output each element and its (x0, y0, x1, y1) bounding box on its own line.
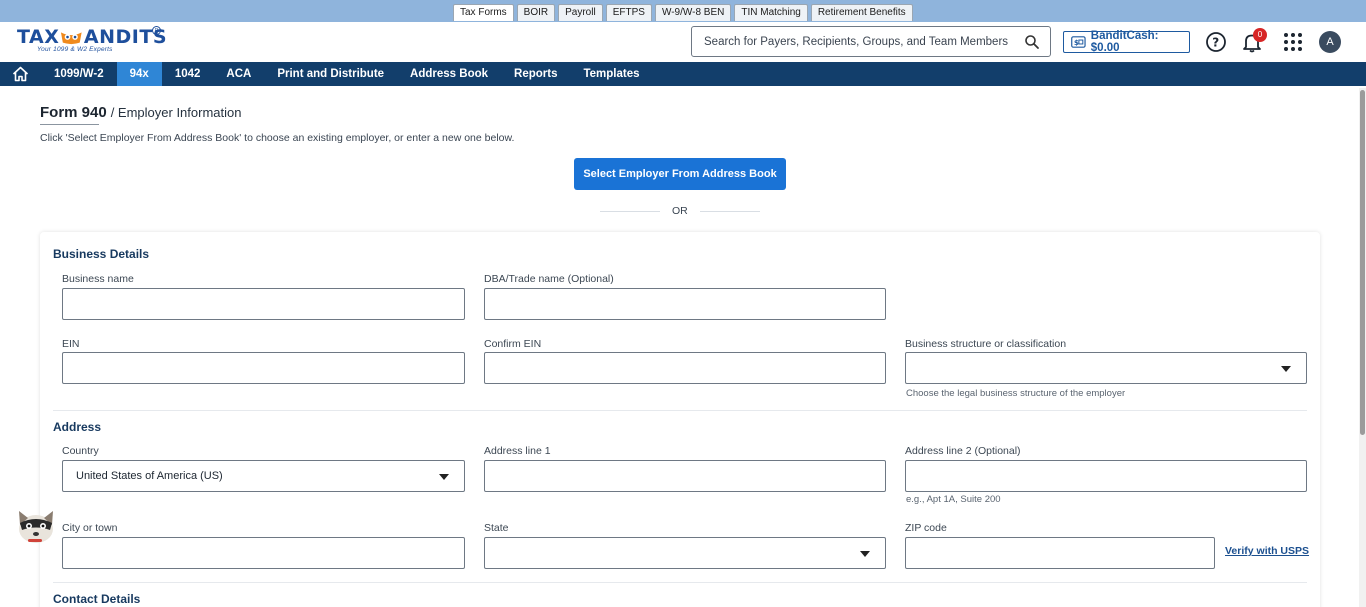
zip-input[interactable] (906, 538, 1214, 568)
address-line2-help: e.g., Apt 1A, Suite 200 (906, 494, 1001, 505)
ein-field[interactable] (62, 352, 465, 384)
logo-wordmark: TAX ANDITS (17, 26, 167, 48)
nav-item-1099-w2[interactable]: 1099/W-2 (41, 62, 117, 86)
city-field[interactable] (62, 537, 465, 569)
ein-label: EIN (62, 338, 80, 350)
dba-input[interactable] (485, 289, 885, 319)
apps-grid-icon[interactable] (1282, 31, 1304, 53)
global-search[interactable] (691, 26, 1051, 57)
owl-mask-icon (61, 31, 82, 44)
address-line1-label: Address line 1 (484, 445, 551, 457)
chevron-down-icon (860, 551, 870, 557)
city-input[interactable] (63, 538, 464, 568)
divider (600, 211, 660, 212)
select-employer-button[interactable]: Select Employer From Address Book (574, 158, 786, 190)
zip-field[interactable] (905, 537, 1215, 569)
taxbandits-logo[interactable]: TAX ANDITS Your 1099 & W2 Experts R (17, 26, 167, 58)
business-structure-help: Choose the legal business structure of t… (906, 388, 1126, 399)
chevron-down-icon (439, 474, 449, 480)
page-scrollbar[interactable] (1359, 88, 1366, 607)
scrollbar-thumb[interactable] (1360, 90, 1365, 435)
product-tab-eftps[interactable]: EFTPS (605, 4, 652, 21)
section-divider (53, 582, 1307, 583)
product-tab-boir[interactable]: BOIR (516, 4, 556, 21)
dba-field[interactable] (484, 288, 886, 320)
confirm-ein-label: Confirm EIN (484, 338, 542, 350)
app-header: TAX ANDITS Your 1099 & W2 Experts R $ Ba… (0, 22, 1366, 62)
product-tab-tin-matching[interactable]: TIN Matching (734, 4, 808, 21)
business-name-label: Business name (62, 273, 134, 285)
product-tab-payroll[interactable]: Payroll (558, 4, 603, 21)
search-input[interactable] (704, 27, 1014, 56)
product-tab-w9-w8ben[interactable]: W-9/W-8 BEN (654, 4, 732, 21)
page-title: Form 940 / Employer Information (40, 104, 241, 121)
confirm-ein-field[interactable] (484, 352, 886, 384)
dba-label: DBA/Trade name (Optional) (484, 273, 614, 285)
nav-item-address-book[interactable]: Address Book (397, 62, 501, 86)
bandit-mascot-icon[interactable] (14, 503, 58, 547)
nav-item-templates[interactable]: Templates (570, 62, 652, 86)
chevron-down-icon (1281, 366, 1291, 372)
form-name: Form 940 (40, 104, 107, 121)
nav-item-aca[interactable]: ACA (213, 62, 264, 86)
wallet-icon: $ (1071, 36, 1086, 48)
country-value: United States of America (US) (76, 470, 223, 482)
zip-label: ZIP code (905, 522, 947, 534)
title-underline (40, 124, 99, 125)
address-line2-field[interactable] (905, 460, 1307, 492)
section-divider (53, 410, 1307, 411)
bandit-cash-label: BanditCash: $0.00 (1090, 30, 1159, 54)
contact-details-title: Contact Details (53, 592, 141, 606)
confirm-ein-input[interactable] (485, 353, 885, 383)
or-separator: OR (600, 205, 760, 217)
search-icon[interactable] (1024, 34, 1040, 50)
product-tab-strip: Tax Forms BOIR Payroll EFTPS W-9/W-8 BEN… (0, 0, 1366, 22)
product-tab-tax-forms[interactable]: Tax Forms (453, 4, 514, 21)
notification-count-badge: 0 (1253, 28, 1267, 42)
address-line1-input[interactable] (485, 461, 885, 491)
nav-item-print-and-distribute[interactable]: Print and Distribute (264, 62, 397, 86)
employer-form-card: Business Details Business name DBA/Trade… (40, 232, 1320, 607)
registered-mark-icon: R (152, 26, 161, 35)
bandit-cash-button[interactable]: $ BanditCash: $0.00 (1063, 30, 1190, 54)
address-line2-label: Address line 2 (Optional) (905, 445, 1021, 457)
nav-item-94x[interactable]: 94x (116, 62, 162, 86)
page-hint: Click 'Select Employer From Address Book… (40, 132, 515, 144)
home-button[interactable] (0, 62, 41, 86)
product-tab-retirement-benefits[interactable]: Retirement Benefits (810, 4, 913, 21)
user-avatar[interactable]: A (1319, 31, 1341, 53)
help-icon[interactable]: ? (1205, 31, 1227, 53)
breadcrumb: / Employer Information (110, 105, 242, 120)
product-tabs: Tax Forms BOIR Payroll EFTPS W-9/W-8 BEN… (453, 4, 913, 21)
business-structure-select[interactable] (905, 352, 1307, 384)
nav-item-1042[interactable]: 1042 (162, 62, 214, 86)
address-line1-field[interactable] (484, 460, 886, 492)
business-structure-label: Business structure or classification (905, 338, 1067, 350)
country-label: Country (62, 445, 99, 457)
divider (700, 211, 760, 212)
svg-text:?: ? (1212, 36, 1219, 50)
home-icon (12, 66, 29, 82)
verify-usps-link[interactable]: Verify with USPS (1225, 545, 1309, 557)
city-label: City or town (62, 522, 118, 534)
business-name-field[interactable] (62, 288, 465, 320)
address-title: Address (53, 420, 102, 434)
address-line2-input[interactable] (906, 461, 1306, 491)
svg-text:$: $ (1074, 39, 1079, 47)
country-select[interactable]: United States of America (US) (62, 460, 465, 492)
business-name-input[interactable] (63, 289, 464, 319)
business-details-title: Business Details (53, 247, 150, 261)
ein-input[interactable] (63, 353, 464, 383)
or-label: OR (672, 205, 688, 217)
state-label: State (484, 522, 509, 534)
state-select[interactable] (484, 537, 886, 569)
nav-item-reports[interactable]: Reports (501, 62, 570, 86)
main-nav: 1099/W-2 94x 1042 ACA Print and Distribu… (0, 62, 1366, 86)
